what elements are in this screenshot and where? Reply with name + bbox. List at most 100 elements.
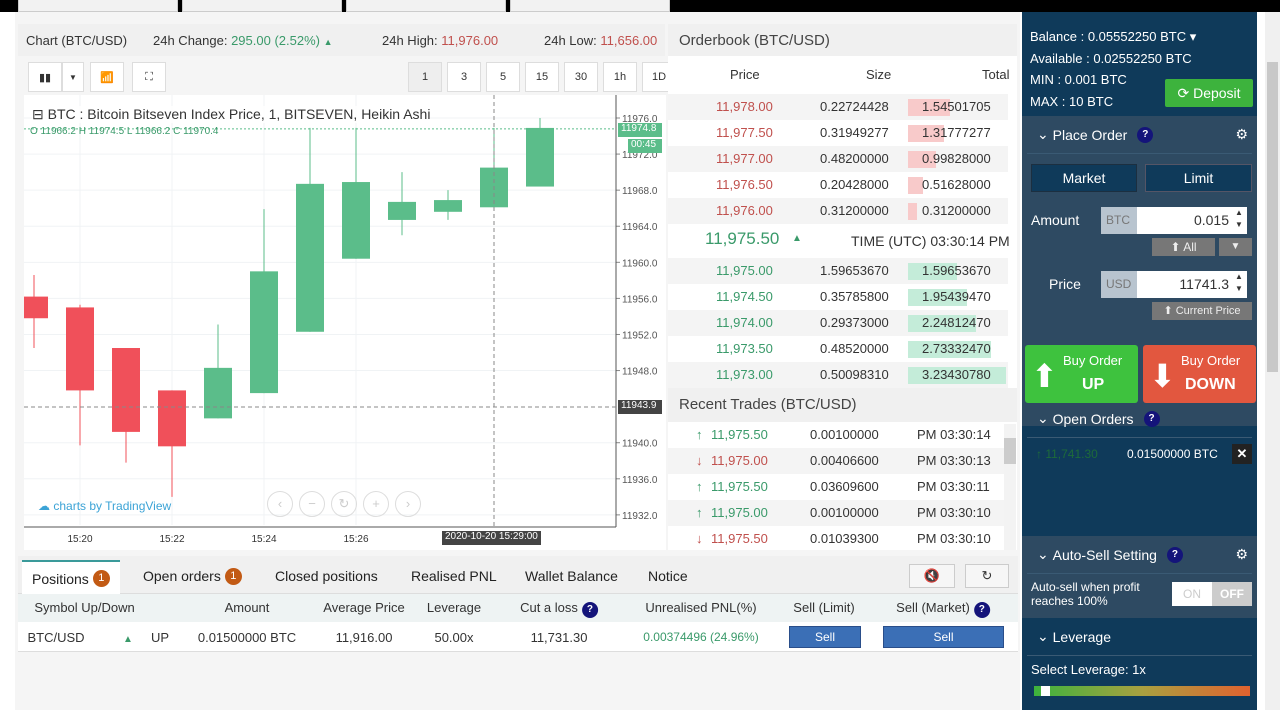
indicators-icon[interactable]: 📶: [90, 62, 124, 92]
leverage-header[interactable]: ⌄ Leverage: [1027, 618, 1252, 656]
open-orders-header[interactable]: ⌄ Open Orders?: [1027, 400, 1252, 438]
price-cell: 11,976.50: [716, 177, 773, 192]
interval-5[interactable]: 5: [486, 62, 520, 92]
trade-row: ↓ 11,975.00 0.00406600 PM 03:30:13: [668, 448, 1008, 474]
trade-size: 0.00100000: [810, 505, 879, 520]
sell-market-button[interactable]: Sell: [883, 626, 1004, 648]
tab-wallet-balance[interactable]: Wallet Balance: [515, 560, 628, 592]
top-tab[interactable]: [182, 0, 342, 12]
tab-positions[interactable]: Positions 1: [22, 560, 120, 595]
chart-title: Chart (BTC/USD): [26, 32, 128, 48]
limit-tab[interactable]: Limit: [1145, 164, 1252, 192]
price-stepper[interactable]: ▲ ▼: [1235, 271, 1247, 298]
size-cell: 0.31200000: [820, 203, 889, 218]
interval-15[interactable]: 15: [525, 62, 559, 92]
orderbook-row[interactable]: 11,976.50 0.20428000 0.51628000: [668, 172, 1008, 198]
trade-price: 11,975.00: [711, 505, 768, 520]
interval-30[interactable]: 30: [564, 62, 598, 92]
mute-icon[interactable]: 🔇: [909, 564, 955, 588]
reset-icon[interactable]: ↻: [331, 491, 357, 517]
orderbook-row[interactable]: 11,973.50 0.48520000 2.73332470: [668, 336, 1008, 362]
interval-3[interactable]: 3: [447, 62, 481, 92]
help-icon[interactable]: ?: [1143, 410, 1160, 427]
scroll-left-icon[interactable]: ‹: [267, 491, 293, 517]
x-tick-label: 15:22: [159, 534, 184, 545]
price-input[interactable]: 11741.3: [1137, 271, 1235, 298]
orderbook-row[interactable]: 11,973.00 0.50098310 3.23430780: [668, 362, 1008, 388]
orderbook-row[interactable]: 11,977.00 0.48200000 0.99828000: [668, 146, 1008, 172]
total-cell: 1.59653670: [922, 263, 991, 278]
orderbook-row[interactable]: 11,974.00 0.29373000 2.24812470: [668, 310, 1008, 336]
gear-icon[interactable]: ⚙: [1235, 126, 1248, 143]
price-chart[interactable]: 11976.0 11972.0 11968.0 11964.0 11960.0 11956…: [20, 95, 666, 550]
arrow-down-icon: ↓: [696, 531, 703, 546]
candle-body: [388, 201, 416, 220]
tradingview-watermark: ☁ charts by TradingView: [38, 499, 172, 513]
total-cell: 3.23430780: [922, 367, 991, 382]
candle-body: [204, 367, 232, 419]
cell-symbol: BTC/USD: [27, 630, 85, 645]
orderbook-row[interactable]: 11,974.50 0.35785800 1.95439470: [668, 284, 1008, 310]
zoom-in-icon[interactable]: +: [363, 491, 389, 517]
place-order-header[interactable]: ⌄ Place Order? ⚙: [1027, 116, 1252, 154]
auto-sell-section: ⌄ Auto-Sell Setting? ⚙ Auto-sell when pro…: [1022, 536, 1257, 618]
tab-notice[interactable]: Notice: [638, 560, 698, 592]
refresh-icon[interactable]: ↻: [965, 564, 1009, 588]
size-cell: 0.20428000: [820, 177, 889, 192]
leverage-handle[interactable]: [1041, 686, 1050, 696]
balance[interactable]: Balance : 0.05552250 BTC ▾: [1030, 26, 1196, 48]
top-tab[interactable]: [346, 0, 506, 12]
cancel-order-icon[interactable]: ✕: [1232, 444, 1252, 464]
auto-sell-header[interactable]: ⌄ Auto-Sell Setting? ⚙: [1027, 536, 1252, 574]
count-badge: 1: [92, 570, 110, 587]
market-tab[interactable]: Market: [1031, 164, 1137, 192]
zoom-out-icon[interactable]: −: [299, 491, 325, 517]
tab-open-orders[interactable]: Open orders 1: [133, 560, 252, 592]
trades-scrollbar[interactable]: [1004, 424, 1016, 550]
help-icon[interactable]: ?: [581, 602, 598, 618]
deposit-button[interactable]: ⟳ Deposit: [1165, 79, 1253, 107]
sell-limit-button[interactable]: Sell: [789, 626, 861, 648]
chevron-down-icon[interactable]: ▼: [62, 62, 84, 92]
candle-body: [112, 348, 140, 432]
all-button[interactable]: ⬆ All: [1152, 238, 1215, 256]
current-price-button[interactable]: ⬆ Current Price: [1152, 302, 1252, 320]
x-tick-label: 15:26: [343, 534, 368, 545]
amount-dropdown-button[interactable]: ▼: [1219, 238, 1252, 256]
help-icon[interactable]: ?: [973, 602, 990, 618]
tab-closed-positions[interactable]: Closed positions: [265, 560, 388, 592]
candle-type-icon[interactable]: ▮▮: [28, 62, 62, 92]
trade-size: 0.03609600: [810, 479, 879, 494]
size-cell: 1.59653670: [820, 263, 889, 278]
caret-down-icon[interactable]: ▾: [1190, 29, 1197, 44]
orderbook-row[interactable]: 11,976.00 0.31200000 0.31200000: [668, 198, 1008, 224]
top-tab[interactable]: [18, 0, 178, 12]
price-cell: 11,977.00: [716, 151, 773, 166]
leverage-slider[interactable]: [1034, 686, 1250, 696]
auto-sell-toggle[interactable]: ON OFF: [1172, 582, 1252, 606]
orderbook-row[interactable]: 11,975.00 1.59653670 1.59653670: [668, 258, 1008, 284]
help-icon[interactable]: ?: [1137, 126, 1154, 143]
help-icon[interactable]: ?: [1166, 546, 1183, 563]
collapse-icon[interactable]: ⊟: [32, 106, 48, 122]
column-header: Cut a loss?: [520, 600, 598, 618]
buy-up-button[interactable]: ⬆ Buy Order UP: [1025, 345, 1138, 403]
amount-input[interactable]: 0.015: [1137, 207, 1235, 234]
trade-size: 0.00100000: [810, 427, 879, 442]
scroll-right-icon[interactable]: ›: [395, 491, 421, 517]
interval-1h[interactable]: 1h: [603, 62, 637, 92]
page-scrollbar[interactable]: [1265, 12, 1280, 710]
deposit-icon: ⟳: [1177, 84, 1194, 101]
buy-down-button[interactable]: ⬇ Buy Order DOWN: [1143, 345, 1256, 403]
fullscreen-icon[interactable]: ⛶: [132, 62, 166, 92]
amount-stepper[interactable]: ▲ ▼: [1235, 207, 1247, 234]
tab-realised-pnl[interactable]: Realised PNL: [401, 560, 507, 592]
orderbook-row[interactable]: 11,978.00 0.22724428 1.54501705: [668, 94, 1008, 120]
interval-1[interactable]: 1: [408, 62, 442, 92]
trade-time: PM 03:30:10: [917, 531, 991, 546]
orderbook-row[interactable]: 11,977.50 0.31949277 1.31777277: [668, 120, 1008, 146]
cell-avg-price: 11,916.00: [335, 630, 393, 645]
candlestick-chart[interactable]: 11976.011972.011968.011964.011960.011956…: [20, 95, 666, 550]
gear-icon[interactable]: ⚙: [1235, 546, 1248, 563]
top-tab[interactable]: [510, 0, 670, 12]
